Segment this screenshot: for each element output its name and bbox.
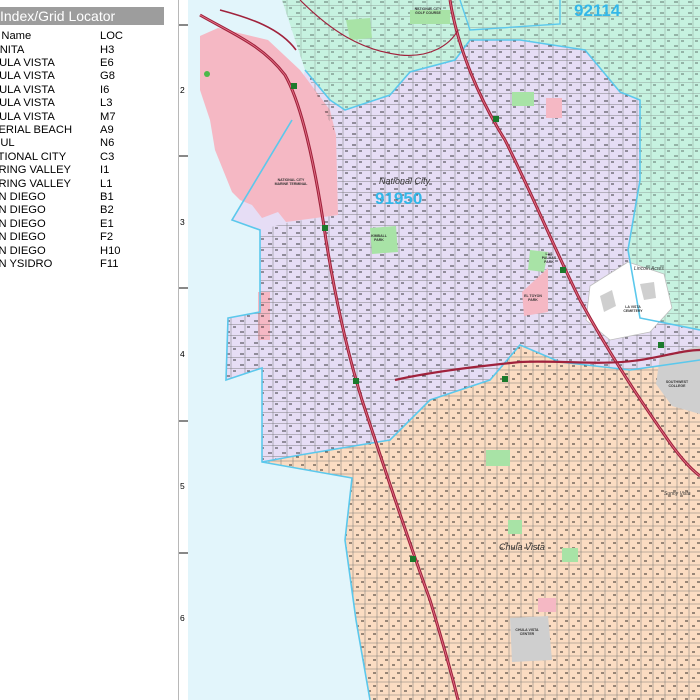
index-row-place-name: PERIAL BEACH	[0, 123, 73, 136]
index-row-place-name: HULA VISTA	[0, 110, 55, 123]
freeway-shield	[322, 225, 328, 231]
column-header-name: P Name	[0, 30, 32, 42]
index-row-place-name: PRING VALLEY	[0, 164, 71, 177]
index-row[interactable]: HULA VISTA G8	[0, 70, 166, 83]
freeway-shield	[291, 83, 297, 89]
index-row-place-name: HULA VISTA	[0, 56, 55, 69]
index-row-grid-loc: F11	[100, 257, 119, 270]
freeway-shield	[410, 556, 416, 562]
index-row[interactable]: HULA VISTA L3	[0, 97, 166, 110]
index-row-place-name: HULA VISTA	[0, 97, 55, 110]
freeway-shield	[658, 342, 664, 348]
index-row[interactable]: AN DIEGO B1	[0, 191, 166, 204]
index-row[interactable]: AN DIEGO F2	[0, 231, 166, 244]
index-row[interactable]: ATIONAL CITY C3	[0, 151, 166, 164]
index-row-place-name: MUL	[0, 137, 15, 150]
poi-label-golf-course: NATIONAL CITY GOLF COURSE	[414, 7, 442, 15]
index-column-headers: P Name LOC	[0, 30, 166, 43]
grid-row-number: 4	[180, 349, 185, 359]
index-row[interactable]: AN DIEGO E1	[0, 218, 166, 231]
place-label-lincoln-acres: Lincoln Acres	[634, 266, 664, 272]
city-label-national-city: National City	[379, 176, 431, 186]
index-row-grid-loc: H3	[100, 43, 115, 56]
index-header: Index/Grid Locator	[0, 7, 164, 25]
index-row-grid-loc: L1	[100, 177, 113, 190]
index-row[interactable]: HULA VISTA M7	[0, 111, 166, 124]
chula-vista-center	[510, 616, 552, 662]
grid-row-number: 5	[180, 481, 185, 491]
freeway-shield	[502, 376, 508, 382]
index-grid-locator-panel: Index/Grid Locator P Name LOC ONITAH3HUL…	[0, 0, 178, 700]
index-row-grid-loc: G8	[100, 70, 115, 83]
index-row-grid-loc: B1	[100, 190, 114, 203]
park	[486, 450, 510, 466]
index-row-grid-loc: A9	[100, 123, 114, 136]
index-row-place-name: AN YSIDRO	[0, 257, 53, 270]
index-row-grid-loc: L3	[100, 97, 113, 110]
poi-label-el-toyon-park: EL TOYON PARK	[524, 294, 542, 302]
grid-row-number: 6	[180, 613, 185, 623]
place-label-sunny-vista: Sunny Vista	[664, 491, 691, 497]
index-row-place-name: AN DIEGO	[0, 204, 46, 217]
park	[512, 92, 534, 106]
index-row-grid-loc: I6	[100, 83, 110, 96]
index-row[interactable]: ONITA H3	[0, 44, 166, 57]
index-row-place-name: AN DIEGO	[0, 217, 46, 230]
index-row-grid-loc: E6	[100, 56, 114, 69]
park	[538, 598, 556, 612]
poi-label-southwest-college: SOUTHWEST COLLEGE	[665, 380, 689, 388]
poi-label-marine-terminal: NATIONAL CITY MARINE TERMINAL	[274, 178, 308, 186]
index-row-place-name: HULA VISTA	[0, 83, 55, 96]
landmark-marker	[204, 71, 210, 77]
index-row-grid-loc: E1	[100, 217, 114, 230]
column-header-loc: LOC	[100, 30, 124, 42]
index-row[interactable]: MUL N6	[0, 137, 166, 150]
index-row-place-name: PRING VALLEY	[0, 177, 71, 190]
freeway-shield	[493, 116, 499, 122]
grid-row-number: 3	[180, 217, 185, 227]
freeway-shield	[353, 378, 359, 384]
index-row[interactable]: HULA VISTA E6	[0, 57, 166, 70]
poi-label-la-vista-cemetery: LA VISTA CEMETERY	[623, 305, 643, 313]
index-row[interactable]: AN DIEGO B2	[0, 204, 166, 217]
park	[346, 18, 372, 40]
index-row-grid-loc: F2	[100, 231, 114, 244]
index-row[interactable]: AN DIEGO H10	[0, 245, 166, 258]
city-label-chula-vista: Chula Vista	[499, 542, 545, 552]
street-map[interactable]: 92114 91950 National City Chula Vista Li…	[188, 0, 700, 700]
index-row-place-name: AN DIEGO	[0, 244, 46, 257]
park	[562, 548, 578, 562]
index-row-place-name: AN DIEGO	[0, 190, 46, 203]
index-row-place-name: HULA VISTA	[0, 70, 55, 83]
index-row[interactable]: HULA VISTA I6	[0, 84, 166, 97]
index-row-grid-loc: C3	[100, 150, 115, 163]
index-row-grid-loc: I1	[100, 164, 110, 177]
zip-label-91950: 91950	[375, 189, 423, 208]
index-row-place-name: ATIONAL CITY	[0, 150, 67, 163]
index-row-place-name: ONITA	[0, 43, 25, 56]
index-row[interactable]: AN YSIDRO F11	[0, 258, 166, 271]
poi-label-kimball-park: KIMBALL PARK	[371, 234, 387, 242]
index-row-grid-loc: B2	[100, 204, 114, 217]
grid-row-number: 2	[180, 85, 185, 95]
index-row[interactable]: PRING VALLEY L1	[0, 178, 166, 191]
index-row[interactable]: PERIAL BEACH A9	[0, 124, 166, 137]
index-row-place-name: AN DIEGO	[0, 231, 46, 244]
poi-label-las-palmas-park: LAS PALMAS PARK	[541, 252, 557, 264]
poi-label-chula-vista-center: CHULA VISTA CENTER	[515, 628, 539, 636]
map-canvas[interactable]	[188, 0, 700, 700]
index-row-grid-loc: N6	[100, 137, 115, 150]
zip-label-92114: 92114	[574, 1, 621, 20]
index-row[interactable]: PRING VALLEY I1	[0, 164, 166, 177]
index-row-grid-loc: H10	[100, 244, 121, 257]
park	[546, 98, 562, 118]
park	[508, 520, 522, 534]
index-row-grid-loc: M7	[100, 110, 116, 123]
freeway-shield	[560, 267, 566, 273]
